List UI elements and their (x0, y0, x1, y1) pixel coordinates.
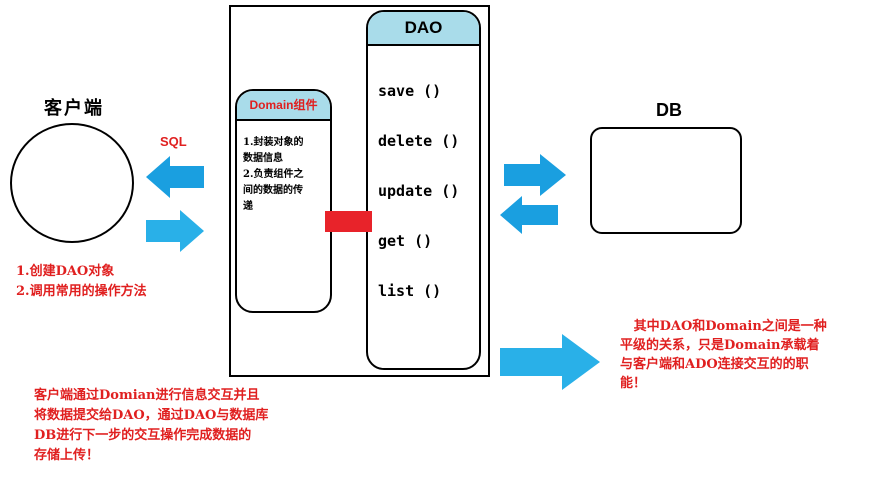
db-label: DB (656, 100, 682, 120)
arrow-from-client-icon (146, 210, 204, 252)
arrow-to-db-icon (504, 154, 566, 196)
domain-line: 数据信息 (243, 153, 283, 164)
right-note-line: 平级的关系，只是Domain承载着 (620, 338, 820, 353)
sql-label: SQL (160, 134, 187, 149)
dao-component: DAO save () delete () update () get () l… (366, 10, 481, 370)
right-note: 其中DAO和Domain之间是一种 平级的关系，只是Domain承载着 与客户端… (620, 317, 882, 393)
domain-dao-connector (325, 211, 372, 232)
bottom-note-line: 客户端通过Domian进行信息交互并且 (34, 388, 260, 403)
bottom-note-line: 存储上传！ (34, 448, 100, 463)
domain-description: 1.封装对象的 数据信息 2.负责组件之 间的数据的传 递 (237, 121, 330, 215)
client-notes: 1.创建DAO对象 2.调用常用的操作方法 (16, 262, 147, 302)
arrow-right-icon (500, 334, 600, 390)
arrow-from-db-icon (500, 196, 558, 234)
dao-method-save: save () (378, 82, 442, 100)
dao-method-list: list () (378, 282, 442, 300)
bottom-note-line: 将数据提交给DAO，通过DAO与数据库 (34, 408, 269, 423)
right-note-line: 其中DAO和Domain之间是一种 (620, 319, 827, 334)
domain-line: 2.负责组件之 (243, 169, 304, 180)
client-note-1: 1.创建DAO对象 (16, 264, 115, 279)
domain-line: 间的数据的传 (243, 185, 303, 196)
right-note-line: 能！ (620, 376, 647, 391)
dao-method-delete: delete () (378, 132, 460, 150)
domain-line: 递 (243, 201, 253, 212)
bottom-note-line: DB进行下一步的交互操作完成数据的 (34, 428, 252, 443)
db-node (590, 127, 742, 234)
domain-component: Domain组件 1.封装对象的 数据信息 2.负责组件之 间的数据的传 递 (235, 89, 332, 313)
bottom-note: 客户端通过Domian进行信息交互并且 将数据提交给DAO，通过DAO与数据库 … (34, 386, 268, 466)
right-note-line: 与客户端和ADO连接交互的的职 (620, 357, 809, 372)
dao-method-update: update () (378, 182, 460, 200)
client-label: 客户端 (44, 98, 104, 119)
domain-title: Domain组件 (237, 91, 330, 121)
domain-line: 1.封装对象的 (243, 137, 304, 148)
client-node (10, 123, 134, 243)
dao-method-get: get () (378, 232, 433, 250)
arrow-to-client-icon (146, 156, 204, 198)
client-note-2: 2.调用常用的操作方法 (16, 284, 147, 299)
dao-title: DAO (368, 12, 479, 46)
